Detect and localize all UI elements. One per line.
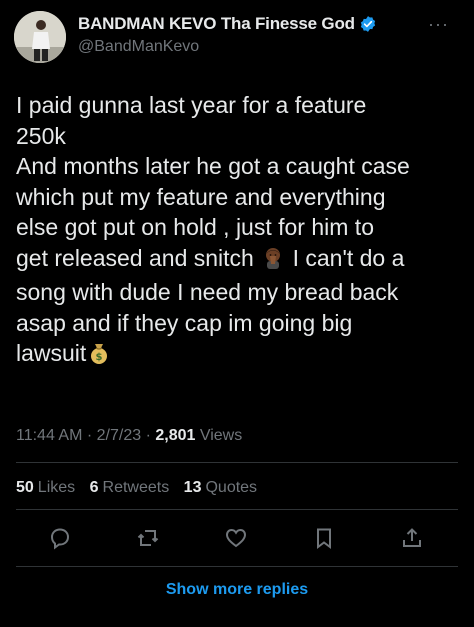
tweet-text: I paid gunna last year for a feature 250… [16, 90, 466, 373]
tweet-date[interactable]: 2/7/23 [97, 427, 141, 444]
reply-icon[interactable] [46, 524, 74, 552]
tweet-line: And months later he got a caught case [16, 153, 410, 179]
meta-separator: · [141, 427, 156, 444]
user-handle[interactable]: @BandManKevo [78, 38, 199, 56]
quotes-stat[interactable]: 13 Quotes [184, 479, 257, 496]
tweet-line-part: I can't do a [292, 244, 405, 271]
author-name-row: BANDMAN KEVO Tha Finesse God [78, 14, 377, 34]
retweets-stat[interactable]: 6 Retweets [90, 479, 170, 496]
views-count: 2,801 [155, 427, 196, 444]
money-bag-emoji-icon: $ [87, 341, 111, 373]
divider [16, 566, 458, 567]
retweets-label: Retweets [102, 479, 170, 496]
tweet-line-part: get released and snitch [16, 244, 254, 271]
tweet-time[interactable]: 11:44 AM [16, 427, 82, 444]
tweet-line: 250k [16, 122, 66, 149]
divider [16, 509, 458, 510]
tweet-line: I paid gunna last year for a feature [16, 92, 367, 118]
more-options-icon[interactable]: ··· [428, 14, 449, 35]
like-icon[interactable] [222, 524, 250, 552]
quotes-label: Quotes [205, 479, 258, 496]
avatar[interactable] [14, 11, 66, 63]
tweet-line: asap and if they cap im going big [16, 309, 353, 336]
bookmark-icon[interactable] [310, 524, 338, 552]
show-more-replies-link[interactable]: Show more replies [0, 581, 474, 599]
retweet-icon[interactable] [134, 524, 162, 552]
share-icon[interactable] [398, 524, 426, 552]
tweet-meta: 11:44 AM · 2/7/23 · 2,801 Views [16, 427, 242, 445]
person-facepalming-emoji-icon [261, 246, 285, 278]
divider [16, 462, 458, 463]
retweets-count: 6 [89, 479, 99, 496]
likes-label: Likes [37, 479, 76, 496]
tweet-line: song with dude I need my bread back [16, 279, 399, 305]
meta-separator: · [82, 427, 97, 444]
likes-stat[interactable]: 50 Likes [16, 479, 75, 496]
tweet-line: else got put on hold , just for him to [16, 214, 374, 240]
svg-text:$: $ [96, 352, 103, 363]
tweet-line-part: lawsuit [16, 340, 87, 366]
verified-badge-icon [359, 15, 377, 33]
views-label: Views [199, 427, 243, 444]
action-bar [0, 524, 474, 552]
quotes-count: 13 [183, 479, 202, 496]
likes-count: 50 [16, 479, 34, 496]
tweet-line: which put my feature and everything [16, 183, 386, 210]
tweet-line: lawsuit $ [16, 338, 466, 373]
display-name[interactable]: BANDMAN KEVO Tha Finesse God [78, 14, 355, 34]
tweet-stats: 50 Likes 6 Retweets 13 Quotes [16, 479, 267, 497]
tweet-line: get released and snitch I can't do a [16, 243, 466, 278]
